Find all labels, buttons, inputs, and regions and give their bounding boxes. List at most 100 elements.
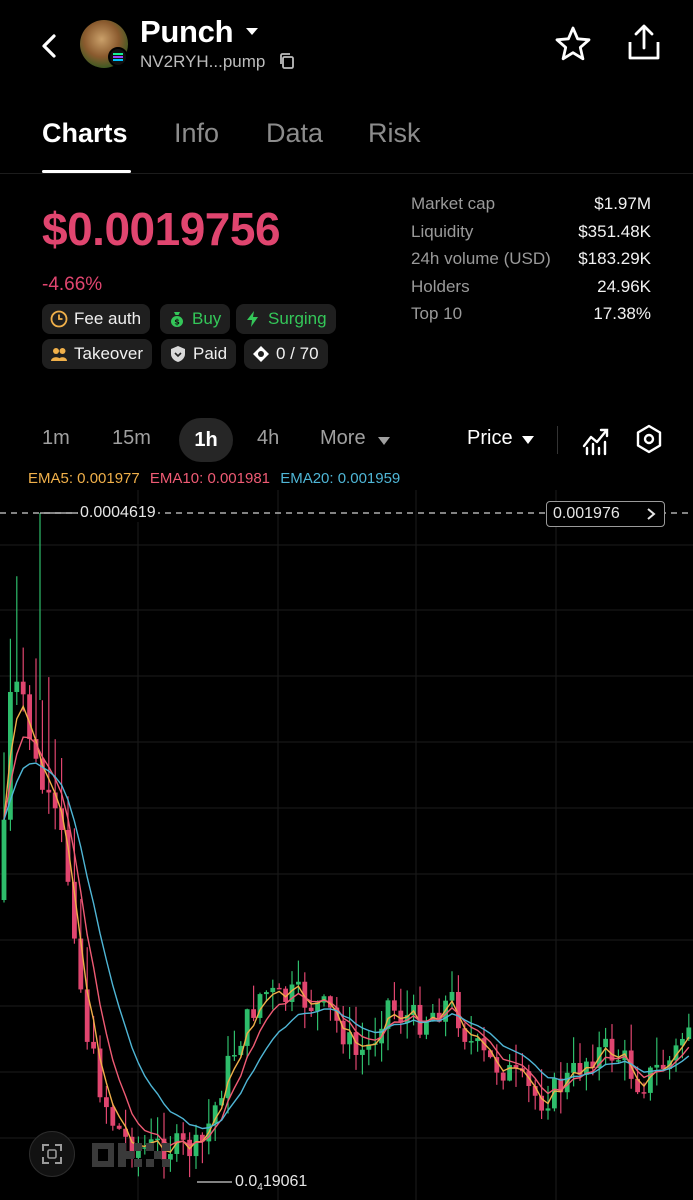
tab-charts[interactable]: Charts xyxy=(42,118,128,149)
badge-fee-auth[interactable]: Fee auth xyxy=(42,304,151,334)
caret-down-icon xyxy=(522,436,534,444)
candle-body xyxy=(308,1007,314,1012)
people-icon xyxy=(50,345,68,363)
candle-body xyxy=(398,1010,404,1023)
stat-label: Market cap xyxy=(411,194,496,213)
ema-legend: EMA5: 0.001977 EMA10: 0.001981 EMA20: 0.… xyxy=(28,470,406,487)
candle-body xyxy=(180,1133,186,1140)
stat-label: 24h volume (USD) xyxy=(411,249,551,269)
candle-body xyxy=(296,981,301,985)
timeframe-1m[interactable]: 1m xyxy=(42,427,70,450)
share-icon[interactable] xyxy=(622,20,666,64)
badge-paid[interactable]: Paid xyxy=(161,339,237,369)
stat-value: 17.38% xyxy=(593,304,651,324)
ema5-label: EMA5: 0.001977 xyxy=(28,470,140,487)
candle-body xyxy=(14,681,20,692)
divider xyxy=(557,426,558,454)
timeframe-1h[interactable]: 1h xyxy=(179,418,233,462)
bolt-icon xyxy=(244,310,262,328)
candle-body xyxy=(20,681,26,695)
stats-panel: Market cap $1.97M Liquidity $351.48K 24h… xyxy=(411,194,651,332)
candlestick-chart[interactable] xyxy=(0,490,693,1200)
candle-body xyxy=(270,987,276,993)
badge-takeover[interactable]: Takeover xyxy=(42,339,152,369)
candle-body xyxy=(212,1105,218,1124)
candle-body xyxy=(545,1108,551,1111)
badge-label: Takeover xyxy=(74,344,143,363)
star-icon[interactable] xyxy=(551,22,595,66)
candle-body xyxy=(193,1134,199,1157)
watermark-logo xyxy=(92,1143,170,1167)
badge-label: Fee auth xyxy=(74,309,142,328)
candle-body xyxy=(603,1038,608,1048)
tab-bar: Charts Info Data Risk xyxy=(0,110,693,173)
badge-label: Buy xyxy=(192,309,222,328)
back-button[interactable] xyxy=(30,26,70,66)
badge-buy[interactable]: $ Buy xyxy=(160,304,231,334)
svg-text:$: $ xyxy=(174,318,180,327)
candle-body xyxy=(276,987,282,990)
current-price-tag[interactable]: 0.001976 xyxy=(546,501,665,527)
badge-label: Paid xyxy=(193,344,228,363)
candle-body xyxy=(654,1064,660,1068)
fullscreen-icon xyxy=(42,1144,62,1164)
token-address: NV2RYH...pump xyxy=(140,52,266,71)
candle-body xyxy=(104,1097,109,1108)
ema20-label: EMA20: 0.001959 xyxy=(280,470,401,487)
caret-down-icon[interactable] xyxy=(244,24,260,38)
chart-grid xyxy=(0,490,693,1200)
caret-down-icon xyxy=(378,437,390,445)
stat-liquidity: Liquidity $351.48K xyxy=(411,222,651,250)
stat-label: Top 10 xyxy=(411,304,463,324)
tab-info[interactable]: Info xyxy=(174,118,219,149)
timeframe-more[interactable]: More xyxy=(320,427,366,450)
timeframe-4h[interactable]: 4h xyxy=(257,427,279,450)
money-bag-icon: $ xyxy=(168,310,186,328)
settings-icon[interactable] xyxy=(633,423,665,455)
badge-surging[interactable]: Surging xyxy=(236,304,336,334)
stat-value: $351.48K xyxy=(578,221,651,241)
low-label-suffix: 19061 xyxy=(262,1173,308,1190)
chevron-right-icon xyxy=(647,508,656,520)
candle-body xyxy=(155,1138,160,1141)
stat-value: 24.96K xyxy=(597,276,651,296)
low-price-label: 0.0419061 xyxy=(235,1173,307,1193)
copy-icon[interactable] xyxy=(278,52,296,70)
ema10-label: EMA10: 0.001981 xyxy=(149,470,271,487)
candle-body xyxy=(232,1055,237,1057)
token-name[interactable]: Punch xyxy=(140,14,234,50)
candle-body xyxy=(360,1049,365,1055)
target-icon xyxy=(252,345,270,363)
candle-body xyxy=(392,1000,397,1011)
current-price-tag-value: 0.001976 xyxy=(553,505,620,522)
timeframe-15m[interactable]: 15m xyxy=(112,427,151,450)
stat-value: $1.97M xyxy=(594,194,651,213)
candle-body xyxy=(251,1009,256,1018)
candle-body xyxy=(264,992,269,995)
badge-label: 0 / 70 xyxy=(276,344,319,363)
stat-top-10: Top 10 17.38% xyxy=(411,304,651,332)
stat-value: $183.29K xyxy=(578,249,651,269)
shield-icon xyxy=(169,345,187,363)
chain-badge-icon xyxy=(108,47,128,67)
candle-body xyxy=(424,1021,429,1035)
candle-body xyxy=(616,1060,621,1062)
price-change: -4.66% xyxy=(42,274,103,295)
clock-icon xyxy=(50,310,68,328)
badge-tasks[interactable]: 0 / 70 xyxy=(244,339,328,369)
candle-body xyxy=(571,1063,576,1073)
candle-body xyxy=(500,1072,506,1081)
fullscreen-button[interactable] xyxy=(29,1131,75,1177)
ema20-line xyxy=(3,762,690,1130)
price-mode-dropdown[interactable]: Price xyxy=(467,427,513,450)
stat-label: Liquidity xyxy=(411,221,474,241)
candle-body xyxy=(116,1125,122,1129)
indicator-icon[interactable] xyxy=(581,424,613,456)
tab-risk[interactable]: Risk xyxy=(368,118,421,149)
back-arrow-icon xyxy=(42,34,56,58)
stat-24h-volume: 24h volume (USD) $183.29K xyxy=(411,249,651,277)
stat-market-cap: Market cap $1.97M xyxy=(411,194,651,222)
tab-data[interactable]: Data xyxy=(266,118,323,149)
candle-body xyxy=(46,789,52,793)
low-label-prefix: 0.0 xyxy=(235,1173,258,1190)
